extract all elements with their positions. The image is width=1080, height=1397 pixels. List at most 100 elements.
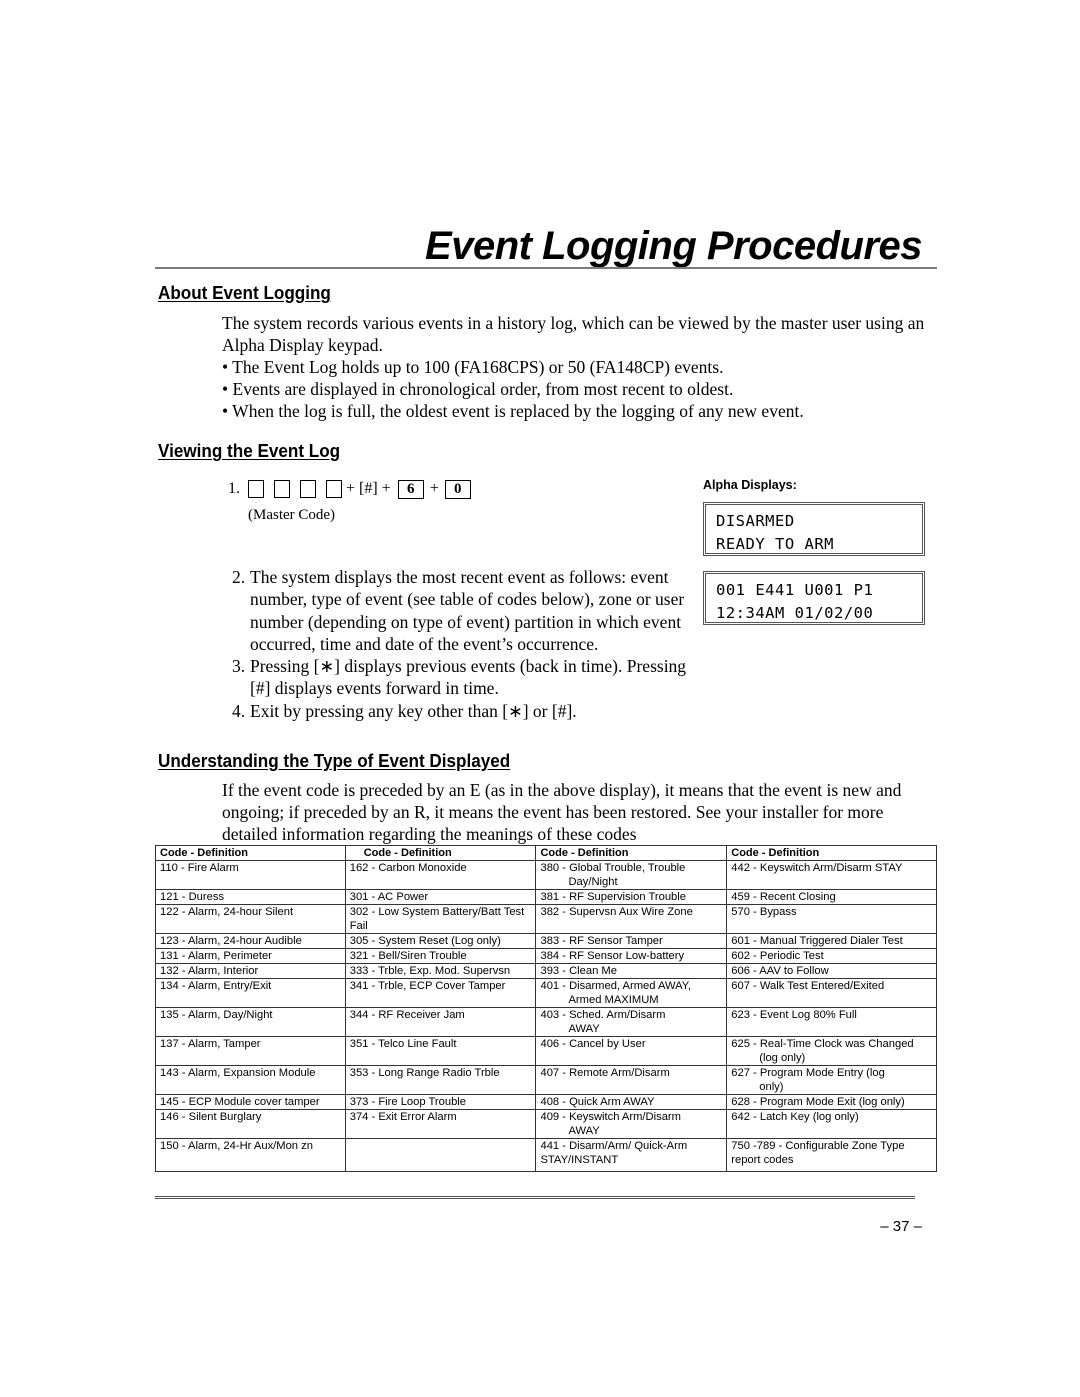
cell-continuation-text: AWAY [568, 1125, 600, 1137]
cell-text: 341 - Trble, ECP Cover Tamper [349, 980, 506, 992]
table-cell: 393 - Clean Me [535, 963, 728, 979]
step-number: 1. [228, 480, 240, 497]
event-codes-table: Code - Definition Code - Definition Code… [155, 845, 937, 1172]
cell-text: 143 - Alarm, Expansion Module [160, 1067, 316, 1079]
title-divider [155, 267, 937, 269]
cell-text: 374 - Exit Error Alarm [349, 1111, 457, 1123]
table-cell: 305 - System Reset (Log only) [344, 933, 537, 949]
table-cell: 601 - Manual Triggered Dialer Test [726, 933, 937, 949]
cell-text: 162 - Carbon Monoxide [349, 862, 467, 874]
table-cell: 623 - Event Log 80% Full [726, 1007, 937, 1037]
cell-text: 442 - Keyswitch Arm/Disarm STAY [731, 862, 903, 874]
cell-text: 602 - Periodic Test [731, 950, 824, 962]
table-cell: 382 - Supervsn Aux Wire Zone [535, 904, 728, 934]
table-cell: 132 - Alarm, Interior [155, 963, 346, 979]
cell-text: 407 - Remote Arm/Disarm [540, 1067, 670, 1079]
cell-text: 625 - Real-Time Clock was Changed [731, 1038, 914, 1050]
understanding-heading: Understanding the Type of Event Displaye… [158, 751, 511, 771]
viewing-heading: Viewing the Event Log [158, 441, 341, 461]
table-cell: 384 - RF Sensor Low-battery [535, 948, 728, 964]
column-header: Code - Definition [726, 845, 937, 861]
cell-text: 145 - ECP Module cover tamper [160, 1096, 320, 1108]
table-row: 131 - Alarm, Perimeter 321 - Bell/Siren T… [155, 948, 937, 964]
cell-text: 381 - RF Supervision Trouble [540, 891, 686, 903]
table-cell: 321 - Bell/Siren Trouble [344, 948, 537, 964]
step-text: Pressing [∗] displays previous events (b… [250, 656, 687, 699]
cell-text: 383 - RF Sensor Tamper [540, 935, 663, 947]
master-code-digit-box [300, 480, 316, 498]
table-cell: 110 - Fire Alarm [155, 860, 346, 890]
table-cell: 606 - AAV to Follow [726, 963, 937, 979]
cell-text: 132 - Alarm, Interior [160, 965, 259, 977]
step-number: 2. [232, 567, 246, 587]
step-item: 4. Exit by pressing any key other than [… [232, 700, 702, 722]
table-cell: 333 - Trble, Exp. Mod. Supervsn [344, 963, 537, 979]
table-cell: 442 - Keyswitch Arm/Disarm STAY [726, 860, 937, 890]
table-cell: 353 - Long Range Radio Trble [344, 1065, 537, 1095]
lcd-line: READY TO ARM [716, 535, 834, 553]
cell-text: 601 - Manual Triggered Dialer Test [731, 935, 903, 947]
step-1-key-sequence: 1. + [#] + 6 + 0 [228, 478, 471, 500]
table-cell: 407 - Remote Arm/Disarm [535, 1065, 728, 1095]
column-header: Code - Definition [535, 845, 728, 861]
about-intro: The system records various events in a h… [222, 313, 925, 355]
cell-text: 380 - Global Trouble, Trouble [540, 862, 686, 874]
cell-text: 123 - Alarm, 24-hour Audible [160, 935, 302, 947]
cell-text: 121 - Duress [160, 891, 225, 903]
step-number: 3. [232, 656, 246, 677]
cell-text: 301 - AC Power [349, 891, 429, 903]
about-heading: About Event Logging [158, 283, 331, 303]
table-cell: 380 - Global Trouble, Trouble Day/Night [535, 860, 728, 890]
table-cell: 383 - RF Sensor Tamper [535, 933, 728, 949]
table-cell: 627 - Program Mode Entry (log only) [726, 1065, 937, 1095]
table-cell: 137 - Alarm, Tamper [155, 1036, 346, 1066]
table-cell: 409 - Keyswitch Arm/Disarm AWAY [535, 1109, 728, 1139]
cell-text: 393 - Clean Me [540, 965, 617, 977]
page-title: Event Logging Procedures [425, 224, 922, 268]
lcd-line: DISARMED [716, 512, 795, 530]
cell-text: 146 - Silent Burglary [160, 1111, 262, 1123]
table-header-row: Code - Definition Code - Definition Code… [155, 845, 937, 861]
table-cell: 150 - Alarm, 24-Hr Aux/Mon zn [155, 1138, 346, 1172]
table-cell: 344 - RF Receiver Jam [344, 1007, 537, 1037]
table-cell: 123 - Alarm, 24-hour Audible [155, 933, 346, 949]
table-row: 110 - Fire Alarm 162 - Carbon Monoxide 380… [155, 860, 937, 890]
cell-text: 131 - Alarm, Perimeter [160, 950, 272, 962]
cell-text: 333 - Trble, Exp. Mod. Supervsn [349, 965, 511, 977]
table-cell: 301 - AC Power [344, 889, 537, 905]
step-number: 4. [232, 700, 246, 721]
table-cell: 374 - Exit Error Alarm [344, 1109, 537, 1139]
cell-text: 750 -789 - Configurable Zone Type report… [731, 1140, 905, 1166]
cell-text: 570 - Bypass [731, 906, 797, 918]
table-cell: 406 - Cancel by User [535, 1036, 728, 1066]
table-row: 121 - Duress 301 - AC Power 381 - RF Super… [155, 889, 937, 905]
cell-text: 344 - RF Receiver Jam [349, 1009, 465, 1021]
cell-continuation-text: (log only) [759, 1052, 806, 1064]
table-cell: 341 - Trble, ECP Cover Tamper [344, 978, 537, 1008]
table-cell: 134 - Alarm, Entry/Exit [155, 978, 346, 1008]
table-cell: 408 - Quick Arm AWAY [535, 1094, 728, 1110]
master-code-digit-box [248, 480, 264, 498]
alpha-displays-label: Alpha Displays: [703, 478, 797, 492]
step-text: Exit by pressing any key other than [∗] … [250, 700, 577, 721]
table-cell: 146 - Silent Burglary [155, 1109, 346, 1139]
master-code-digit-box [326, 480, 342, 498]
table-row: 145 - ECP Module cover tamper 373 - Fire … [155, 1094, 937, 1110]
cell-text: 384 - RF Sensor Low-battery [540, 950, 685, 962]
cell-text: 135 - Alarm, Day/Night [160, 1009, 273, 1021]
table-row: 143 - Alarm, Expansion Module 353 - Long … [155, 1065, 937, 1095]
table-cell [344, 1138, 537, 1172]
table-cell: 570 - Bypass [726, 904, 937, 934]
cell-text: 409 - Keyswitch Arm/Disarm [540, 1111, 681, 1123]
column-header: Code - Definition [344, 845, 537, 861]
footer-divider [155, 1196, 915, 1199]
table-cell: 145 - ECP Module cover tamper [155, 1094, 346, 1110]
about-bullet: • The Event Log holds up to 100 (FA168CP… [222, 357, 724, 377]
table-cell: 302 - Low System Battery/Batt Test Fail [344, 904, 537, 934]
lcd-line: 12:34AM 01/02/00 [716, 604, 874, 622]
master-code-label: (Master Code) [248, 507, 336, 523]
about-bullet: • When the log is full, the oldest event… [222, 401, 804, 421]
cell-text: 150 - Alarm, 24-Hr Aux/Mon zn [160, 1140, 313, 1152]
cell-text: 642 - Latch Key (log only) [731, 1111, 859, 1123]
hash-key-text: + [#] + [346, 480, 391, 497]
